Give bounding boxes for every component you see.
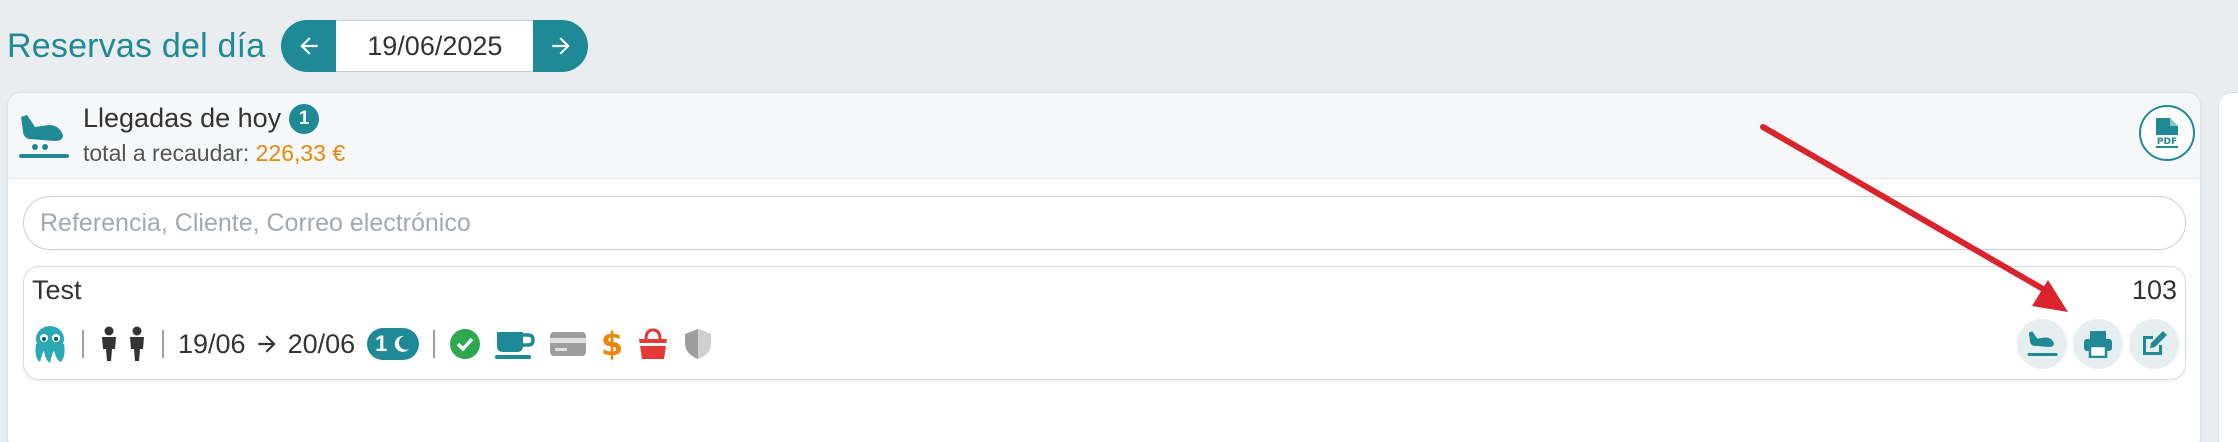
pdf-file-icon: PDF [2154, 118, 2180, 148]
nights-badge: 1 [367, 328, 420, 360]
separator [162, 330, 164, 358]
page-title: Reservas del día [7, 26, 266, 65]
status-icons: $ [449, 327, 713, 361]
basket-icon [639, 328, 668, 359]
octopus-avatar-icon [32, 324, 68, 364]
arrivals-total: total a recaudar: 226,33 € [83, 140, 345, 167]
arrival-checkin-icon [2027, 331, 2058, 356]
next-day-button[interactable] [533, 20, 589, 72]
booking-actions [2017, 319, 2179, 369]
nights-count: 1 [375, 331, 388, 356]
arrow-right-icon [257, 335, 276, 353]
check-circle-icon [450, 329, 481, 359]
search-input[interactable] [23, 196, 2186, 250]
svg-text:$: $ [601, 327, 623, 361]
arrivals-header: Llegadas de hoy 1 total a recaudar: 226,… [8, 93, 2200, 179]
print-button[interactable] [2073, 319, 2123, 369]
date-to: 20/06 [287, 328, 356, 359]
previous-day-button[interactable] [281, 20, 337, 72]
edit-button[interactable] [2129, 319, 2179, 369]
booking-card[interactable]: Test 103 19/06 20/06 1 $ [23, 266, 2186, 380]
booking-room-number: 103 [2131, 275, 2177, 305]
adjacent-panel-edge [2218, 92, 2238, 442]
person-icon [98, 326, 120, 362]
printer-icon [2084, 331, 2112, 358]
person-icon [126, 326, 148, 362]
credit-card-icon [550, 332, 587, 356]
booking-guest-name: Test [32, 275, 82, 305]
total-amount: 226,33 € [255, 140, 346, 166]
moon-icon [395, 335, 410, 352]
top-bar: Reservas del día [7, 20, 589, 72]
separator [82, 330, 84, 358]
shield-icon [685, 329, 712, 359]
plane-landing-icon [19, 115, 69, 158]
coffee-icon [495, 332, 536, 359]
arrivals-panel: Llegadas de hoy 1 total a recaudar: 226,… [7, 92, 2201, 442]
export-pdf-button[interactable]: PDF [2139, 105, 2195, 161]
edit-icon [2143, 331, 2167, 355]
arrow-left-icon [300, 37, 318, 55]
date-from: 19/06 [178, 328, 246, 359]
separator [433, 330, 436, 358]
pdf-label: PDF [2157, 137, 2177, 147]
arrow-right-icon [552, 37, 570, 55]
arrivals-count-badge: 1 [289, 103, 320, 134]
total-label: total a recaudar: [83, 140, 250, 166]
date-navigator [281, 20, 589, 72]
booking-info-row: 19/06 20/06 1 $ [32, 323, 713, 365]
arrivals-title-text: Llegadas de hoy [83, 103, 282, 133]
date-field[interactable] [336, 20, 534, 72]
stay-dates: 19/06 20/06 1 [178, 328, 420, 360]
dollar-icon: $ [601, 327, 623, 361]
checkin-button[interactable] [2017, 319, 2067, 369]
arrivals-title: Llegadas de hoy 1 [83, 103, 320, 134]
